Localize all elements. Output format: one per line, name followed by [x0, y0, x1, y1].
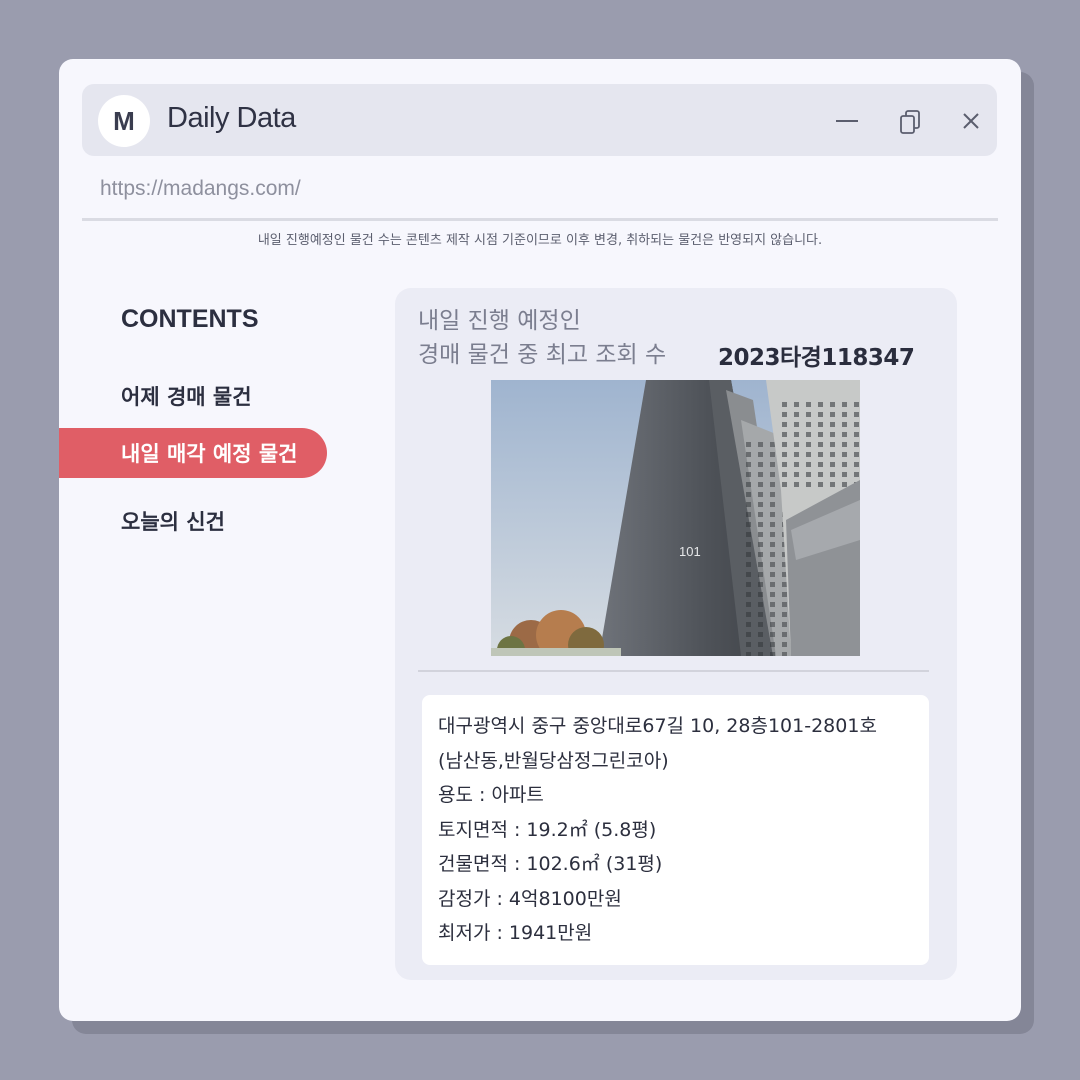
detail-building-area: 건물면적 : 102.6㎡ (31평) — [438, 853, 663, 875]
app-logo: M — [98, 95, 150, 147]
app-window: M Daily Data https://madangs.com/ 내일 진행예… — [59, 59, 1021, 1021]
contents-heading: CONTENTS — [121, 305, 259, 333]
copy-icon[interactable] — [896, 106, 926, 136]
panel-title-line2: 경매 물건 중 최고 조회 수 — [418, 342, 667, 368]
panel-divider — [418, 670, 929, 672]
panel-title: 내일 진행 예정인 경매 물건 중 최고 조회 수 — [418, 304, 666, 372]
property-details: 대구광역시 중구 중앙대로67길 10, 28층101-2801호 (남산동,반… — [422, 695, 929, 965]
nav-item-tomorrow-sales[interactable]: 내일 매각 예정 물건 — [59, 428, 327, 478]
minimize-icon[interactable] — [832, 106, 862, 136]
case-number: 2023타경118347 — [718, 345, 915, 371]
detail-land-area: 토지면적 : 19.2㎡ (5.8평) — [438, 818, 657, 841]
app-title: Daily Data — [167, 102, 296, 134]
title-bar: M Daily Data — [82, 84, 997, 156]
detail-usage: 용도 : 아파트 — [438, 784, 544, 806]
detail-appraisal-price: 감정가 : 4억8100만원 — [438, 887, 622, 910]
close-icon[interactable] — [956, 106, 986, 136]
detail-minimum-price: 최저가 : 1941만원 — [438, 922, 593, 944]
url-divider — [82, 218, 998, 221]
detail-address: 대구광역시 중구 중앙대로67길 10, 28층101-2801호 — [438, 715, 877, 737]
nav-item-yesterday-auctions[interactable]: 어제 경매 물건 — [59, 371, 327, 421]
panel-title-line1: 내일 진행 예정인 — [418, 308, 581, 334]
property-photo: 101 — [491, 380, 860, 656]
building-number: 101 — [679, 544, 701, 559]
nav-item-today-new[interactable]: 오늘의 신건 — [59, 496, 327, 546]
detail-complex: (남산동,반월당삼정그린코아) — [438, 749, 669, 772]
featured-property-panel: 내일 진행 예정인 경매 물건 중 최고 조회 수 2023타경118347 1… — [395, 288, 957, 980]
url-text[interactable]: https://madangs.com/ — [100, 177, 301, 201]
notice-text: 내일 진행예정인 물건 수는 콘텐츠 제작 시점 기준이므로 이후 변경, 취하… — [257, 233, 823, 248]
